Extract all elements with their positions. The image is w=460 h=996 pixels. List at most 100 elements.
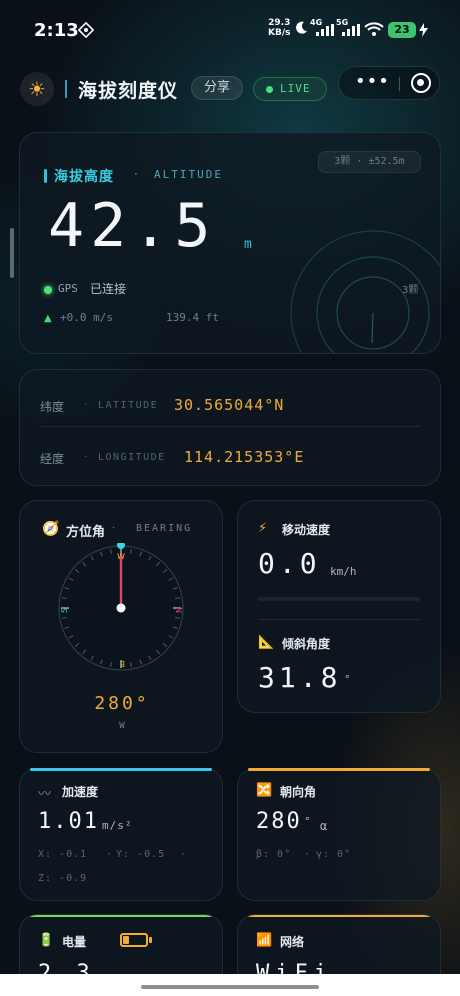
speed-tilt-divider (258, 619, 420, 620)
battery-level-fill (123, 936, 129, 944)
acceleration-label: 加速度 (62, 785, 99, 799)
network-accent (248, 915, 430, 917)
signal-5g: 5G (336, 18, 360, 38)
signal-4g: 4G (310, 18, 334, 38)
orientation-accent (248, 768, 430, 771)
live-dot (266, 86, 273, 93)
tilt-unit: ° (344, 673, 351, 686)
vpn-icon (78, 22, 94, 38)
live-label: LIVE (280, 82, 311, 95)
battery-nub (149, 937, 152, 943)
latitude-row: 纬度 · LATITUDE 30.565044°N (40, 396, 430, 416)
battery-level-icon (120, 933, 148, 947)
status-bar: 2:13 29.3 KB/s 4G 5G 23 (0, 0, 460, 60)
compass-icon: 🧭 (42, 521, 60, 537)
header-divider (65, 80, 67, 98)
bearing-card: 🧭 方位角 · BEARING W N S E 280° W (19, 500, 223, 753)
altitude-feet: 139.4 ft (166, 311, 219, 324)
bearing-direction: W (119, 721, 125, 731)
altitude-label: 海拔高度 (54, 169, 114, 185)
orientation-card: 🔀 朝向角 280 ° α β: 0° · γ: 0° (237, 768, 441, 901)
compass-mark-e: E (120, 659, 125, 668)
tilt-label: 倾斜角度 (282, 637, 331, 651)
acceleration-z: Z: -0.9 (38, 873, 88, 884)
acceleration-card: 〰 加速度 1.01 m/s² X: -0.1 · Y: -0.5 · Z: -… (19, 768, 223, 901)
speed-label: 移动速度 (282, 523, 331, 537)
gps-label: GPS (58, 282, 78, 295)
accuracy-chip: 3颗 · ±52.5m (318, 151, 421, 173)
app-title: 海拔刻度仪 (78, 80, 179, 102)
orientation-beta: β: 0° (256, 849, 292, 860)
net-speed: 29.3 KB/s (268, 18, 290, 38)
shuffle-icon: 🔀 (256, 783, 273, 798)
compass-dial: W N S E (58, 543, 184, 671)
radar-graphic (290, 230, 440, 353)
orientation-alpha: α (320, 819, 329, 833)
acceleration-x: X: -0.1 (38, 849, 88, 860)
status-time: 2:13 (34, 20, 79, 41)
altitude-unit: m (244, 237, 252, 252)
charging-bolt-icon (419, 23, 428, 37)
side-handle[interactable] (10, 228, 14, 278)
bearing-sep: · (112, 523, 118, 534)
signal-bars-icon: 📶 (256, 933, 273, 948)
net-speed-value: 29.3 (268, 18, 291, 28)
bearing-label: 方位角 (66, 525, 106, 540)
wifi-icon (364, 22, 384, 36)
moon-icon (296, 21, 307, 34)
longitude-value: 114.215353°E (184, 448, 305, 466)
battery-icon: 🔋 (38, 933, 55, 948)
theme-toggle-button[interactable]: ☀ (20, 72, 54, 106)
up-arrow-icon: ▲ (44, 313, 52, 324)
close-program-button[interactable] (411, 73, 431, 93)
compass-mark-w: W (117, 552, 125, 561)
more-options-button[interactable]: ••• (355, 71, 390, 92)
orientation-value: 280 (256, 809, 302, 834)
tilt-value: 31.8 (258, 661, 342, 694)
wave-icon: 〰 (38, 787, 52, 802)
altitude-value: 42.5 (48, 191, 217, 261)
longitude-label-en: LONGITUDE (98, 452, 166, 463)
mini-program-capsule: ••• (338, 66, 440, 100)
acceleration-value: 1.01 (38, 809, 99, 834)
acceleration-unit: m/s² (102, 819, 133, 832)
latitude-sep: · (84, 400, 89, 411)
network-label: 网络 (280, 935, 305, 949)
altitude-label-bar (44, 169, 47, 183)
ruler-triangle-icon: 📐 (258, 635, 275, 650)
orientation-unit: ° (304, 815, 312, 828)
coordinates-card: 纬度 · LATITUDE 30.565044°N 经度 · LONGITUDE… (19, 369, 441, 486)
share-button[interactable]: 分享 (191, 76, 243, 100)
capsule-divider (399, 77, 400, 91)
compass-mark-n: N (174, 607, 183, 613)
altitude-label-sep: · (134, 167, 138, 181)
acceleration-sep-1: · (106, 849, 114, 860)
gps-status-dot (44, 286, 52, 294)
lightning-icon: ⚡ (258, 521, 268, 536)
latitude-label-en: LATITUDE (98, 400, 159, 411)
coordinates-divider (40, 426, 420, 427)
speed-value: 0.0 (258, 547, 321, 580)
compass-mark-s: S (60, 608, 69, 613)
altitude-label-en: ALTITUDE (154, 168, 223, 181)
longitude-row: 经度 · LONGITUDE 114.215353°E (40, 448, 430, 468)
vertical-speed: +0.0 m/s (60, 311, 113, 324)
longitude-sep: · (84, 452, 89, 463)
signal-bars-icon (342, 24, 360, 36)
bearing-value: 280° (94, 693, 150, 714)
altitude-card: 海拔高度 · ALTITUDE 3颗 · ±52.5m 42.5 m 3颗 GP… (19, 132, 441, 354)
gps-status: 已连接 (90, 282, 127, 296)
home-indicator[interactable] (141, 985, 319, 989)
net-speed-unit: KB/s (268, 28, 291, 38)
orientation-label: 朝向角 (280, 785, 317, 799)
speed-tilt-card: ⚡ 移动速度 0.0 km/h 📐 倾斜角度 31.8 ° (237, 500, 441, 713)
acceleration-sep-2: · (180, 849, 188, 860)
latitude-label: 纬度 (40, 400, 65, 414)
live-badge: LIVE (253, 77, 327, 101)
longitude-label: 经度 (40, 452, 65, 466)
sun-icon: ☀ (28, 77, 46, 101)
satellite-count: 3颗 (402, 285, 419, 296)
battery-label: 电量 (62, 935, 87, 949)
speed-unit: km/h (330, 565, 357, 578)
battery-level: 23 (388, 22, 416, 38)
